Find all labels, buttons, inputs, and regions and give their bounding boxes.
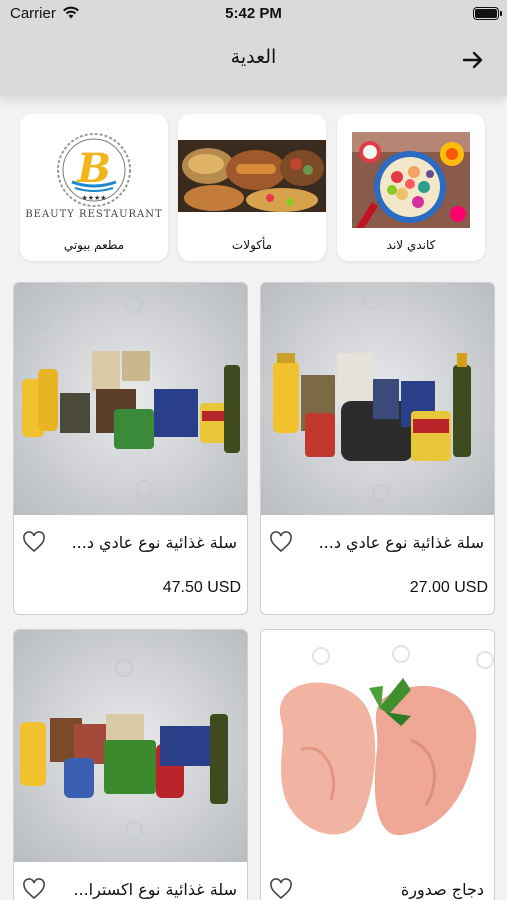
- product-price: 47.50 USD: [162, 579, 241, 596]
- favorite-heart-icon[interactable]: [22, 531, 46, 553]
- product-card[interactable]: سلة غذائية نوع عادي د... 27.00 USD: [260, 282, 495, 615]
- category-food[interactable]: مأكولات: [178, 114, 326, 261]
- page-title: العدية: [230, 46, 277, 68]
- food-platter-image: [178, 132, 326, 228]
- product-card[interactable]: سلة غذائية نوع اكسترا...: [13, 629, 248, 900]
- product-card[interactable]: سلة غذائية نوع عادي د... 47.50 USD: [13, 282, 248, 615]
- category-label: كاندي لاند: [386, 238, 436, 252]
- clock: 5:42 PM: [225, 5, 282, 22]
- category-label: مطعم بيوتي: [63, 238, 125, 252]
- favorite-heart-icon[interactable]: [269, 878, 293, 900]
- product-price: 27.00 USD: [409, 579, 488, 596]
- product-name: سلة غذائية نوع عادي د...: [318, 533, 484, 552]
- logo-caption: Beauty Restaurant: [25, 209, 163, 220]
- candy-image: [337, 132, 485, 228]
- status-bar: Carrier 5:42 PM: [0, 0, 507, 28]
- favorite-heart-icon[interactable]: [269, 531, 293, 553]
- food-basket-image: [14, 283, 247, 515]
- battery-icon: [473, 7, 502, 20]
- chicken-breast-image: [261, 630, 494, 862]
- product-card[interactable]: دجاج صدورة: [260, 629, 495, 900]
- svg-text:★★★★: ★★★★: [81, 194, 106, 202]
- product-name: سلة غذائية نوع عادي د...: [71, 533, 237, 552]
- back-arrow-icon[interactable]: [461, 48, 485, 72]
- food-basket-image: [261, 283, 494, 515]
- product-name: سلة غذائية نوع اكسترا...: [73, 880, 237, 899]
- favorite-heart-icon[interactable]: [22, 878, 46, 900]
- category-beauty-restaurant[interactable]: B ★★★★ Beauty Restaurant Beauty Restaura…: [20, 114, 168, 261]
- category-label: مأكولات: [231, 238, 273, 252]
- category-candy-land[interactable]: كاندي لاند: [337, 114, 485, 261]
- food-basket-image: [14, 630, 247, 862]
- product-name: دجاج صدورة: [400, 880, 484, 899]
- navigation-header: Carrier 5:42 PM العدية: [0, 0, 507, 96]
